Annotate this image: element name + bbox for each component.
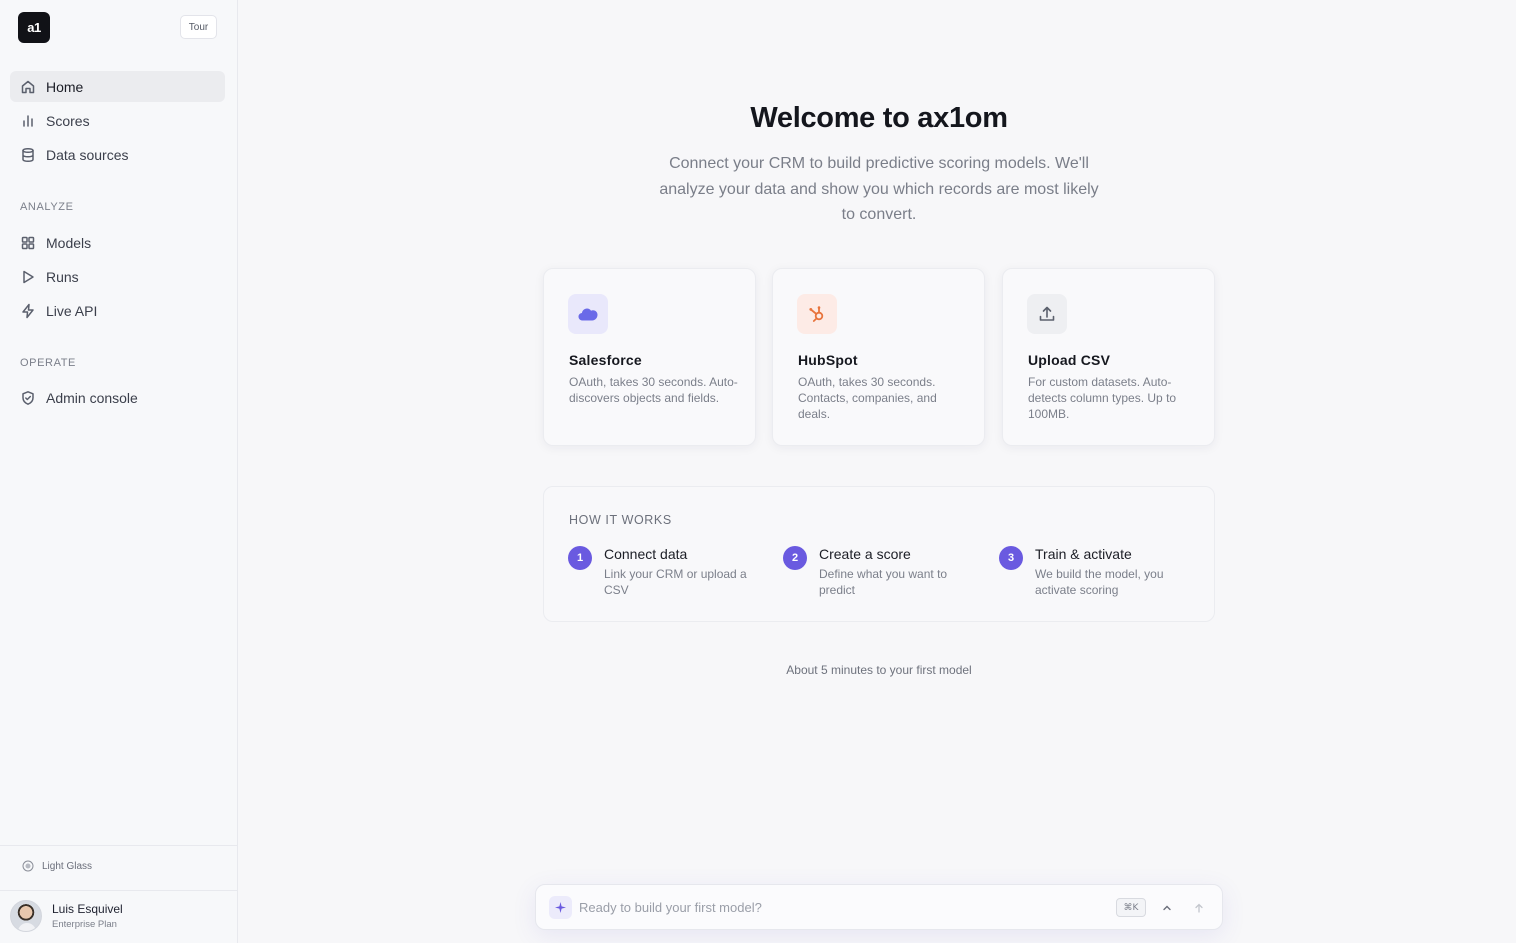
sidebar-item-label: Live API (46, 302, 98, 319)
footnote: About 5 minutes to your first model (786, 663, 972, 677)
sidebar: a1 Tour Home Scores Data sources ANALYZE… (0, 0, 238, 943)
hubspot-icon (797, 294, 837, 334)
user-plan: Enterprise Plan (52, 919, 117, 930)
arrow-up-icon (1195, 903, 1203, 913)
card-title: Upload CSV (1028, 352, 1111, 368)
step-number: 2 (783, 546, 807, 570)
salesforce-cloud-icon (568, 294, 608, 334)
salesforce-card[interactable]: Salesforce OAuth, takes 30 seconds. Auto… (543, 268, 756, 446)
upload-csv-card[interactable]: Upload CSV For custom datasets. Auto-det… (1002, 268, 1215, 446)
card-description: For custom datasets. Auto-detects column… (1028, 375, 1177, 421)
play-icon (23, 270, 34, 283)
card-description: OAuth, takes 30 seconds. Auto-discovers … (569, 375, 738, 405)
page-title: Welcome to ax1om (750, 102, 1008, 134)
step-title: Create a score (819, 546, 911, 562)
sparkle-icon (549, 896, 572, 919)
app-logo[interactable]: a1 (18, 12, 50, 43)
sidebar-item-label: Runs (46, 268, 79, 285)
step-number: 3 (999, 546, 1023, 570)
section-label-analyze: ANALYZE (20, 201, 74, 213)
how-it-works-panel: HOW IT WORKS 1 Connect data Link your CR… (543, 486, 1215, 622)
prompt-bar: ⌘K (535, 884, 1223, 930)
sidebar-item-models[interactable]: Models (10, 227, 225, 258)
chevron-up-icon (1163, 905, 1171, 911)
home-icon (21, 80, 35, 93)
user-profile[interactable]: Luis Esquivel Enterprise Plan (10, 900, 123, 932)
step-description: Define what you want to predict (819, 567, 948, 597)
database-icon (22, 147, 34, 162)
tour-button[interactable]: Tour (180, 15, 217, 39)
send-button[interactable] (1188, 897, 1210, 919)
sidebar-divider (0, 845, 237, 846)
sidebar-item-data-sources[interactable]: Data sources (10, 139, 225, 170)
sidebar-item-label: Data sources (46, 146, 129, 163)
card-description: OAuth, takes 30 seconds. Contacts, compa… (798, 375, 937, 421)
step-description: We build the model, you activate scoring (1035, 567, 1164, 597)
card-title: HubSpot (798, 352, 858, 368)
step-number: 1 (568, 546, 592, 570)
sidebar-item-label: Scores (46, 112, 90, 129)
avatar (10, 900, 42, 932)
bolt-icon (22, 303, 34, 318)
upload-icon (1027, 294, 1067, 334)
sidebar-item-runs[interactable]: Runs (10, 261, 225, 292)
sidebar-item-home[interactable]: Home (10, 71, 225, 102)
sidebar-divider (0, 890, 237, 891)
card-title: Salesforce (569, 352, 642, 368)
step-title: Connect data (604, 546, 688, 562)
page-subtitle: Connect your CRM to build predictive sco… (659, 155, 1099, 223)
how-it-works-label: HOW IT WORKS (569, 513, 672, 527)
sidebar-item-live-api[interactable]: Live API (10, 295, 225, 326)
grid-icon (21, 236, 35, 249)
user-name: Luis Esquivel (52, 902, 123, 916)
sidebar-item-label: Home (46, 78, 84, 95)
sidebar-item-label: Models (46, 234, 92, 251)
sidebar-item-admin-console[interactable]: Admin console (10, 382, 225, 413)
theme-switcher[interactable]: Light Glass (22, 860, 92, 872)
theme-icon (22, 860, 34, 872)
step-description: Link your CRM or upload a CSV (604, 567, 747, 597)
theme-label: Light Glass (42, 860, 93, 872)
sidebar-item-label: Admin console (46, 389, 138, 406)
prompt-input[interactable] (579, 895, 1099, 919)
hubspot-card[interactable]: HubSpot OAuth, takes 30 seconds. Contact… (772, 268, 985, 446)
bar-chart-icon (23, 114, 33, 127)
expand-button[interactable] (1156, 897, 1178, 919)
section-label-operate: OPERATE (20, 357, 76, 369)
sidebar-item-scores[interactable]: Scores (10, 105, 225, 136)
step-title: Train & activate (1035, 546, 1132, 562)
shield-icon (22, 390, 34, 405)
keyboard-shortcut-badge: ⌘K (1116, 898, 1146, 917)
